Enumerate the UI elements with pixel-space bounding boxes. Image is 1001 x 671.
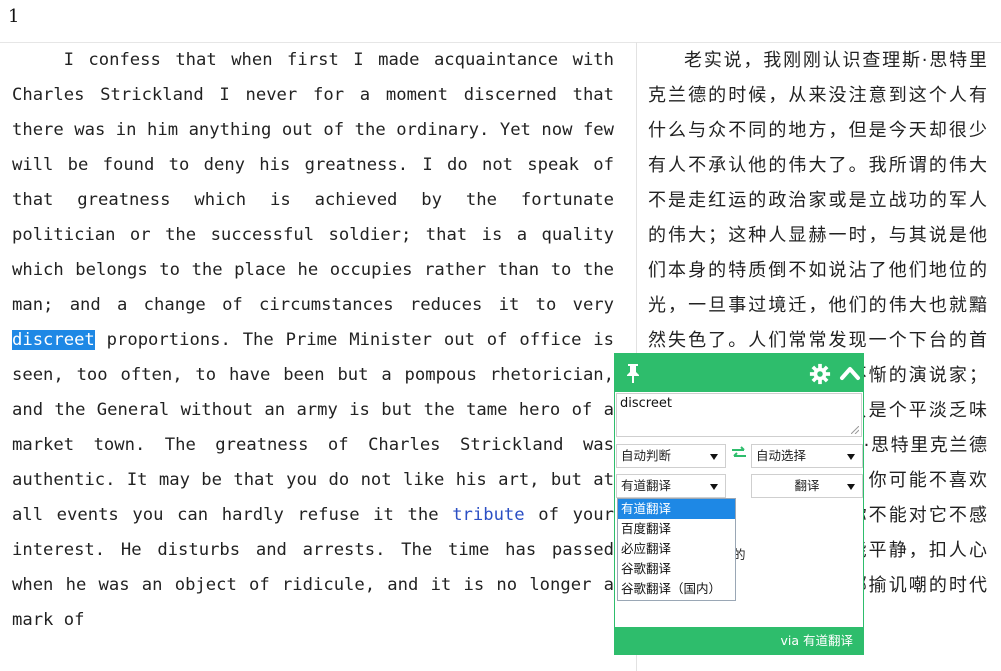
source-text-input[interactable]: discreet xyxy=(616,393,862,437)
footer-attribution[interactable]: via 有道翻译 xyxy=(780,633,853,648)
english-text-middle: proportions. The Prime Minister out of o… xyxy=(12,330,614,525)
target-language-select[interactable]: 自动选择 xyxy=(751,444,863,468)
engine-dropdown[interactable]: 有道翻译 百度翻译 必应翻译 谷歌翻译 谷歌翻译（国内） xyxy=(617,498,736,601)
chevron-up-icon[interactable] xyxy=(839,363,861,383)
target-language-value: 自动选择 xyxy=(756,448,807,463)
caret-down-icon xyxy=(710,484,718,490)
translation-popup[interactable]: discreet 自动判断 自动选择 有道翻译 翻译 的 有道翻译 百度翻译 必… xyxy=(614,353,864,655)
engine-option[interactable]: 百度翻译 xyxy=(618,519,735,539)
popup-footer[interactable]: via 有道翻译 xyxy=(615,627,863,654)
popup-header[interactable] xyxy=(615,354,863,392)
engine-select[interactable]: 有道翻译 xyxy=(616,474,726,498)
caret-down-icon xyxy=(710,454,718,460)
engine-option[interactable]: 谷歌翻译（国内） xyxy=(618,579,735,599)
engine-value: 有道翻译 xyxy=(621,478,672,493)
resize-grip-icon[interactable] xyxy=(851,426,859,434)
english-text-before: I confess that when first I made acquain… xyxy=(12,50,614,315)
source-text-value: discreet xyxy=(620,396,672,411)
engine-option[interactable]: 有道翻译 xyxy=(618,499,735,519)
page-number: 1 xyxy=(8,6,20,27)
engine-option[interactable]: 必应翻译 xyxy=(618,539,735,559)
translate-label: 翻译 xyxy=(794,478,820,493)
caret-down-icon xyxy=(847,484,855,490)
pin-icon[interactable] xyxy=(623,362,643,384)
tribute-link[interactable]: tribute xyxy=(452,505,524,525)
selected-word[interactable]: discreet xyxy=(12,330,95,350)
swap-icon[interactable] xyxy=(731,446,747,460)
engine-option[interactable]: 谷歌翻译 xyxy=(618,559,735,579)
source-language-value: 自动判断 xyxy=(621,448,672,463)
english-paragraph: I confess that when first I made acquain… xyxy=(12,43,614,638)
caret-down-icon xyxy=(847,454,855,460)
gear-icon[interactable] xyxy=(809,363,831,385)
source-language-select[interactable]: 自动判断 xyxy=(616,444,726,468)
translate-button[interactable]: 翻译 xyxy=(751,474,863,498)
